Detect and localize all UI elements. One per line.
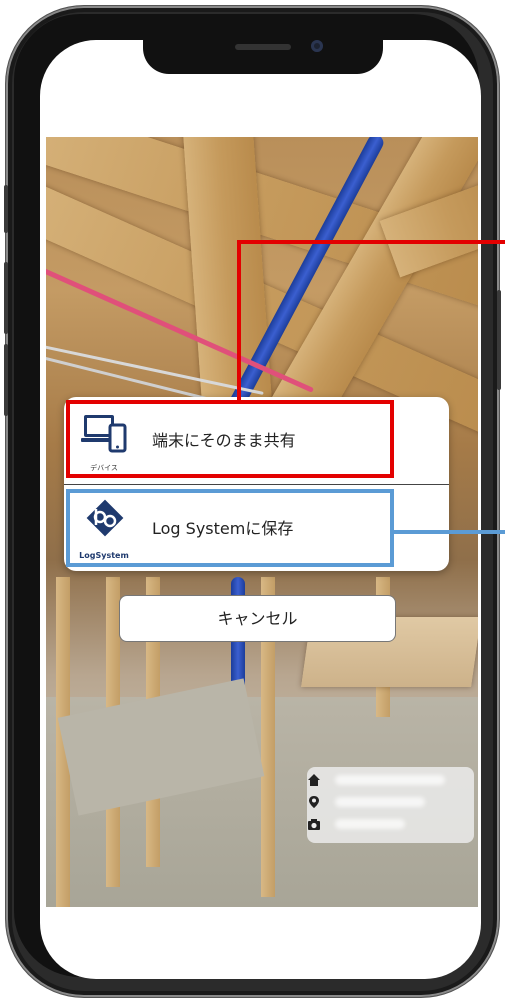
- blurred-address: [335, 775, 445, 785]
- callout-line-red-vertical: [237, 240, 241, 402]
- blurred-date: [335, 819, 405, 829]
- speaker-grille: [235, 44, 291, 50]
- location-info-card: [307, 767, 474, 843]
- blurred-location: [335, 797, 425, 807]
- highlight-device-option: [66, 400, 394, 478]
- cancel-button[interactable]: キャンセル: [119, 595, 396, 642]
- side-button-left-2: [4, 262, 8, 334]
- side-button-left-1: [4, 185, 8, 233]
- highlight-log-system-option: [66, 489, 394, 567]
- side-button-right: [497, 290, 501, 390]
- front-camera-icon: [311, 40, 323, 52]
- notch: [143, 26, 383, 74]
- location-pin-icon: [309, 796, 319, 808]
- side-button-left-3: [4, 344, 8, 416]
- camera-icon: [308, 819, 320, 830]
- callout-line-red-horizontal: [237, 240, 505, 244]
- callout-line-blue: [392, 530, 505, 534]
- home-icon: [308, 774, 320, 786]
